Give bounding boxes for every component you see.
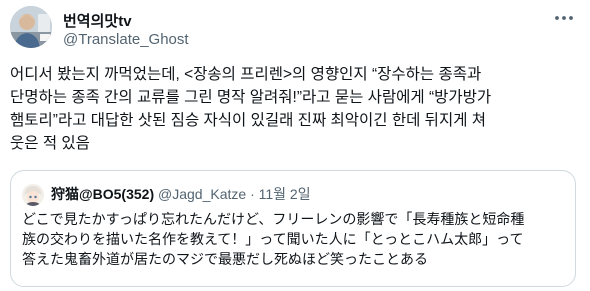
quoted-handle[interactable]: @Jagd_Katze — [158, 186, 246, 202]
tweet: 번역의맛tv @Translate_Ghost 어디서 봤는지 까먹었는데, <… — [0, 0, 590, 291]
tweet-text-line: 단명하는 종족 간의 교류를 그린 명작 알려줘!”라고 묻는 사람에게 “방가… — [10, 89, 492, 106]
tweet-text-line: 어디서 봤는지 까먹었는데, <장송의 프리렌>의 영향인지 “장수하는 종족과 — [10, 66, 482, 83]
author-handle[interactable]: @Translate_Ghost — [63, 31, 189, 48]
author-display-name[interactable]: 번역의맛tv — [63, 10, 132, 31]
quoted-text-line: 族の交わりを描いた名作を教えて！」って聞いた人に「とっとこハム太郎」って — [22, 231, 524, 247]
more-horizontal-icon — [555, 16, 573, 20]
quoted-text: どこで見たかすっぱり忘れたんだけど、フリーレンの影響で「長寿種族と短命種 族の交… — [22, 209, 567, 269]
tweet-text: 어디서 봤는지 까먹었는데, <장송의 프리렌>의 영향인지 “장수하는 종족과… — [10, 63, 582, 155]
more-options-button[interactable] — [552, 8, 576, 28]
quoted-display-name[interactable]: 狩猫@BO5(352) — [51, 186, 154, 202]
quoted-text-line: どこで見たかすっぱり忘れたんだけど、フリーレンの影響で「長寿種族と短命種 — [22, 211, 525, 227]
quoted-meta: 狩猫@BO5(352) @Jagd_Katze · 11월 2일 — [51, 184, 311, 204]
meta-separator: · — [250, 186, 255, 202]
quoted-author-avatar[interactable] — [22, 184, 44, 206]
quoted-date[interactable]: 11월 2일 — [259, 186, 311, 202]
quoted-tweet[interactable]: 狩猫@BO5(352) @Jagd_Katze · 11월 2일 どこで見たかす… — [10, 170, 576, 287]
quoted-text-line: 答えた鬼畜外道が居たのマジで最悪だし死ぬほど笑ったことある — [22, 251, 428, 267]
tweet-text-line: 햄토리”라고 대답한 삿된 짐승 자식이 있길래 진짜 최악이긴 한데 뒤지게 … — [10, 112, 487, 129]
tweet-text-line: 웃은 적 있음 — [10, 135, 90, 152]
tweet-header: 번역의맛tv @Translate_Ghost — [10, 6, 580, 54]
author-avatar[interactable] — [10, 6, 52, 48]
